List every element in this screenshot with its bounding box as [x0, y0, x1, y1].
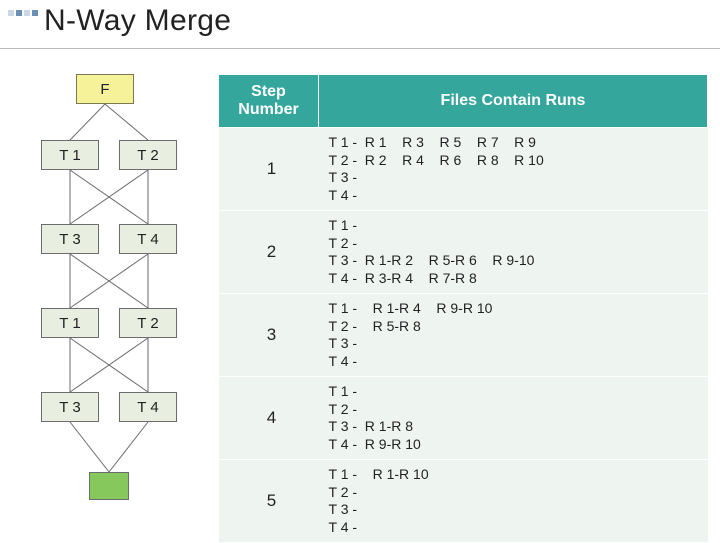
node-F: F	[76, 74, 134, 104]
node-T4-2: T 4	[119, 392, 177, 422]
step-cell: 2	[219, 211, 319, 294]
title-rule	[0, 48, 720, 49]
table-row: 5 T 1 - R 1-R 10 T 2 - T 3 - T 4 -	[219, 460, 708, 543]
node-T1-2: T 1	[41, 308, 99, 338]
runs-cell: T 1 - R 1 R 3 R 5 R 7 R 9 T 2 - R 2 R 4 …	[319, 128, 708, 211]
step-cell: 4	[219, 377, 319, 460]
node-T3-1: T 3	[41, 224, 99, 254]
runs-cell: T 1 - R 1-R 4 R 9-R 10 T 2 - R 5-R 8 T 3…	[319, 294, 708, 377]
node-T1-1: T 1	[41, 140, 99, 170]
runs-cell: T 1 - T 2 - T 3 - R 1-R 2 R 5-R 6 R 9-10…	[319, 211, 708, 294]
table-row: 1 T 1 - R 1 R 3 R 5 R 7 R 9 T 2 - R 2 R …	[219, 128, 708, 211]
node-T4-1: T 4	[119, 224, 177, 254]
table-row: 4 T 1 - T 2 - T 3 - R 1-R 8 T 4 - R 9-R …	[219, 377, 708, 460]
header-accent	[8, 10, 38, 16]
runs-cell: T 1 - R 1-R 10 T 2 - T 3 - T 4 -	[319, 460, 708, 543]
page-title: N-Way Merge	[44, 4, 231, 38]
step-cell: 1	[219, 128, 319, 211]
runs-cell: T 1 - T 2 - T 3 - R 1-R 8 T 4 - R 9-R 10	[319, 377, 708, 460]
col-step-header: Step Number	[219, 75, 319, 128]
table-row: 3 T 1 - R 1-R 4 R 9-R 10 T 2 - R 5-R 8 T…	[219, 294, 708, 377]
col-runs-header: Files Contain Runs	[319, 75, 708, 128]
node-final	[89, 472, 129, 500]
node-T3-2: T 3	[41, 392, 99, 422]
step-cell: 3	[219, 294, 319, 377]
node-T2-1: T 2	[119, 140, 177, 170]
step-cell: 5	[219, 460, 319, 543]
runs-table: Step Number Files Contain Runs 1 T 1 - R…	[218, 74, 708, 543]
merge-diagram: F T 1 T 2 T 3 T 4 T 1 T 2 T 3 T 4	[32, 74, 202, 526]
table-row: 2 T 1 - T 2 - T 3 - R 1-R 2 R 5-R 6 R 9-…	[219, 211, 708, 294]
node-T2-2: T 2	[119, 308, 177, 338]
